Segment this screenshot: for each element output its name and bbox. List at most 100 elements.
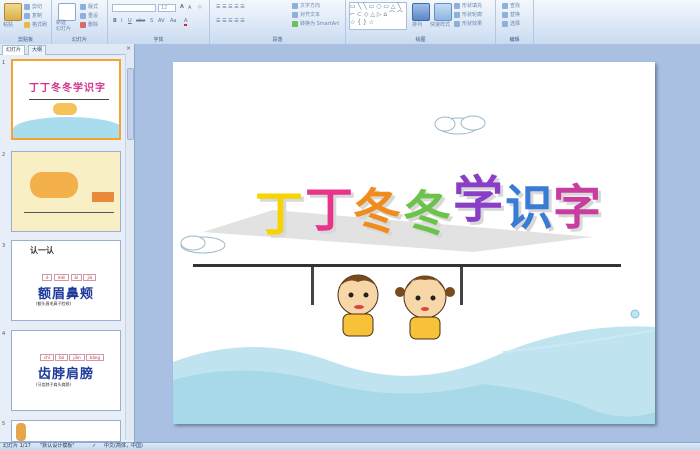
text-direction-button[interactable]: 文字方向 [292, 2, 320, 9]
editing-group-label: 编辑 [509, 37, 520, 43]
grow-font-button[interactable]: A [180, 4, 184, 10]
slide-thumbnail-5[interactable] [11, 420, 121, 442]
layout-icon [80, 3, 86, 10]
replace-button[interactable]: 替换 [502, 11, 520, 18]
align-text-button[interactable]: 对齐文本 [292, 11, 320, 18]
shelf-leg-left [311, 267, 314, 305]
layout-button[interactable]: 版式 [80, 3, 98, 10]
copy-label: 复制 [32, 13, 43, 19]
cloud-top [434, 115, 486, 135]
layout-label: 版式 [88, 4, 99, 10]
shape-outline-label: 形状轮廓 [462, 12, 483, 18]
clear-format-button[interactable]: ◇ [198, 4, 202, 10]
shelf-leg-right [460, 267, 463, 305]
arrange-label[interactable]: 排列 [412, 21, 422, 28]
slides-group: 新建 幻灯片 版式 重设 删除 幻灯片 [52, 0, 108, 44]
paragraph-group: ☰ ☰ ☰ ☰ ☰ ☰ ☰ ☰ ☰ ☰ 文字方向 对齐文本 转换为 SmartA… [210, 0, 346, 44]
girl-figure [395, 275, 455, 340]
copy-icon [24, 12, 30, 19]
paste-button[interactable] [4, 3, 22, 21]
pinyin-cell: bó [55, 354, 69, 361]
title-char: 冬 [403, 186, 452, 242]
font-group: 12 A A ◇ B I U abe S AV Aa A 字体 [108, 0, 210, 44]
thumb-bar [29, 99, 109, 100]
font-group-label: 字体 [153, 37, 164, 43]
bubble [630, 309, 640, 319]
smartart-label: 转换为 SmartArt [300, 21, 340, 27]
thumb-blocks [92, 192, 114, 202]
bullets-button[interactable]: ☰ ☰ ☰ ☰ ☰ [216, 4, 245, 10]
smartart-button[interactable]: 转换为 SmartArt [292, 20, 339, 27]
delete-label: 删除 [88, 22, 99, 28]
reset-icon [80, 12, 86, 19]
cut-button[interactable]: 剪切 [24, 3, 42, 10]
boy-figure [337, 274, 379, 337]
text-direction-label: 文字方向 [300, 3, 321, 9]
case-button[interactable]: Aa [170, 18, 176, 24]
new-slide-label[interactable]: 新建 幻灯片 [56, 20, 71, 32]
reset-button[interactable]: 重设 [80, 12, 98, 19]
find-label: 查找 [510, 3, 521, 9]
font-size-value: 12 [161, 5, 168, 11]
clipboard-group: 粘贴 剪切 复制 格式刷 剪贴板 [0, 0, 52, 44]
thumb-figure [16, 423, 26, 441]
scissors-icon [24, 3, 30, 10]
italic-button[interactable]: I [121, 18, 122, 24]
spacing-button[interactable]: AV [158, 18, 165, 24]
font-name-box[interactable] [112, 4, 156, 12]
slide-title[interactable]: 丁 丁 冬 冬 学 识 字 [255, 160, 635, 242]
slide-number: 2 [2, 152, 6, 158]
slide-thumbnail-1[interactable]: 丁丁冬冬学识字 [11, 59, 121, 140]
shape-effects-button[interactable]: 形状效果 [454, 20, 482, 27]
slide-thumbnail-3[interactable]: 认一认 é méi bì jiá 额眉鼻颊 (额头眉毛鼻子脸颊) [11, 240, 121, 321]
align-buttons[interactable]: ☰ ☰ ☰ ☰ ☰ [216, 18, 245, 24]
paragraph-group-label: 段落 [272, 37, 283, 43]
cloud-left [180, 235, 226, 254]
quick-styles-button[interactable] [434, 3, 452, 21]
scrollbar-thumb[interactable] [127, 68, 134, 140]
slide-thumbnail-pane: 幻灯片 大纲 × 1 丁丁冬冬学识字 2 3 认一认 é méi bì jiá … [0, 44, 135, 442]
align-text-label: 对齐文本 [300, 12, 321, 18]
thumb-caption: (额头眉毛鼻子脸颊) [36, 301, 72, 306]
arrange-button[interactable] [412, 3, 430, 21]
tab-outline[interactable]: 大纲 [28, 45, 47, 55]
font-color-button[interactable]: A [184, 18, 188, 26]
current-slide[interactable]: 丁 丁 冬 冬 学 识 字 [173, 62, 655, 424]
bold-button[interactable]: B [113, 18, 117, 24]
underline-button[interactable]: U [128, 18, 132, 24]
pinyin-cell: jiān [69, 354, 85, 361]
replace-label: 替换 [510, 12, 521, 18]
align-text-icon [292, 11, 298, 18]
shape-fill-button[interactable]: 形状填充 [454, 2, 482, 9]
copy-button[interactable]: 复制 [24, 12, 42, 19]
title-char: 字 [553, 180, 602, 236]
drawing-group-label: 绘图 [415, 37, 426, 43]
shrink-font-button[interactable]: A [188, 5, 191, 11]
close-icon[interactable]: × [126, 45, 131, 52]
slide-number: 5 [2, 421, 6, 427]
pinyin-cell: chǐ [40, 354, 54, 361]
shadow-button[interactable]: S [150, 18, 153, 24]
shapes-gallery[interactable]: ▭ ╲ ╲ ▭ ○ ▭ △ ╲ ⌐ ⊂ ◇ △ ▷ ⌂ ⌒ ⌒ ☆ { } ☆ [349, 2, 407, 30]
font-size-box[interactable]: 12 [158, 4, 176, 12]
new-slide-button[interactable] [58, 3, 76, 21]
reset-label: 重设 [88, 13, 99, 19]
thumb-pinyin-row: chǐ bó jiān bǎng [40, 354, 104, 361]
select-button[interactable]: 选择 [502, 20, 520, 27]
ribbon: 粘贴 剪切 复制 格式刷 剪贴板 新建 幻灯片 版式 重设 删除 幻灯片 12 … [0, 0, 700, 45]
strikethrough-button[interactable]: abe [136, 18, 145, 24]
slide-thumbnail-2[interactable] [11, 151, 121, 232]
shape-fill-label: 形状填充 [462, 3, 483, 9]
thumb-title: 丁丁冬冬学识字 [29, 83, 106, 94]
delete-button[interactable]: 删除 [80, 21, 98, 28]
slide-thumbnail-4[interactable]: chǐ bó jiān bǎng 齿脖肩膀 (牙齿脖子肩头肩膀) [11, 330, 121, 411]
paste-label[interactable]: 粘贴 [3, 21, 13, 28]
thumbnail-scrollbar[interactable] [125, 54, 134, 440]
title-char: 冬 [353, 184, 402, 240]
tab-slides[interactable]: 幻灯片 [2, 45, 26, 55]
shape-outline-button[interactable]: 形状轮廓 [454, 11, 482, 18]
format-painter-button[interactable]: 格式刷 [24, 21, 47, 28]
fill-icon [454, 2, 460, 9]
quick-styles-label[interactable]: 快速样式 [430, 21, 450, 28]
find-button[interactable]: 查找 [502, 2, 520, 9]
